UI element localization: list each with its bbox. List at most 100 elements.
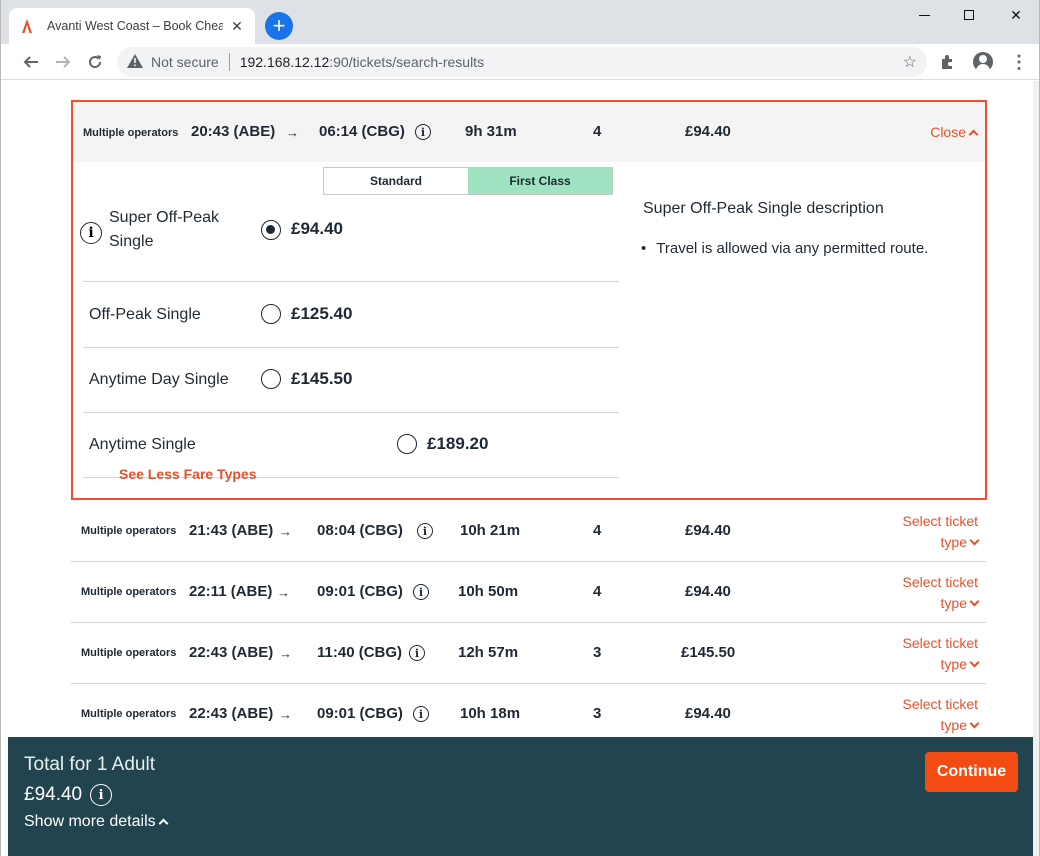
url-path: :90/tickets/search-results [329,54,485,70]
journey-row[interactable]: Multiple operators 22:11 (ABE) → 09:01 (… [71,562,986,623]
show-more-details-link[interactable]: Show more details [24,813,169,831]
close-label: Close [930,124,966,140]
total-price: £94.40 [24,784,83,805]
select-ticket-type-link[interactable]: Select ticket type [903,633,980,675]
select-ticket-type-link[interactable]: Select ticket type [903,511,980,553]
expanded-journey-card: Multiple operators 20:43 (ABE) → 06:14 (… [71,100,987,500]
expanded-journey-header[interactable]: Multiple operators 20:43 (ABE) → 06:14 (… [73,102,985,162]
duration: 10h 18m [460,705,521,722]
journey-price: £94.40 [685,583,731,600]
tab-standard[interactable]: Standard [324,168,468,194]
arrive-time: 08:04 (CBG) [317,522,403,539]
browser-window: Avanti West Coast – Book Cheap ✕ + ✕ Not… [0,0,1040,856]
changes-count: 4 [593,522,602,539]
fare-row-off-peak[interactable]: Off-Peak Single £125.40 [83,283,619,348]
browser-tab[interactable]: Avanti West Coast – Book Cheap ✕ [9,8,255,44]
minimize-button[interactable] [901,0,947,30]
info-icon[interactable]: i [415,124,431,140]
close-window-button[interactable]: ✕ [993,0,1039,30]
see-less-fare-types-link[interactable]: See Less Fare Types [119,466,256,482]
fare-radio-checked[interactable] [261,220,281,240]
journey-price: £94.40 [685,522,731,539]
total-price-row: £94.40 i [24,784,113,806]
forward-icon[interactable] [47,46,79,78]
info-icon[interactable]: i [413,584,429,600]
changes-count: 4 [593,123,602,140]
bookmark-star-icon[interactable]: ☆ [903,52,917,72]
journey-row[interactable]: Multiple operators 22:43 (ABE) → 11:40 (… [71,623,986,684]
maximize-button[interactable] [946,0,992,30]
fare-name: Anytime Single [89,436,196,453]
arrow-right-icon: → [279,524,292,539]
depart-time: 22:43 (ABE) [189,705,274,722]
chevron-up-icon [158,818,169,829]
operator-label: Multiple operators [81,647,177,659]
changes-count: 4 [593,583,602,600]
address-bar[interactable]: Not secure 192.168.12.12:90/tickets/sear… [117,47,927,77]
fare-info-icon[interactable]: i [80,222,102,244]
price-info-icon[interactable]: i [90,784,113,806]
duration: 10h 21m [460,522,521,539]
tab-first-class[interactable]: First Class [468,168,612,194]
fare-radio[interactable] [261,304,281,324]
journey-price: £94.40 [685,705,731,722]
operator-label: Multiple operators [83,127,179,139]
avanti-favicon-icon [19,18,35,34]
journey-row[interactable]: Multiple operators 22:43 (ABE) → 09:01 (… [71,684,986,745]
back-icon[interactable] [15,46,47,78]
new-tab-button[interactable]: + [265,12,293,40]
depart-time: 22:43 (ABE) [189,644,274,661]
select-ticket-type-link[interactable]: Select ticket type [903,572,980,614]
fare-name: Off-Peak Single [89,306,201,323]
close-link[interactable]: Close [930,124,979,140]
arrow-right-icon: → [277,585,290,600]
arrow-right-icon: → [286,125,299,140]
fare-radio[interactable] [261,369,281,389]
total-label: Total for 1 Adult [24,754,155,775]
duration: 10h 50m [458,583,519,600]
duration: 9h 31m [465,123,517,140]
info-icon[interactable]: i [417,523,433,539]
fare-row-anytime-day[interactable]: Anytime Day Single £145.50 [83,348,619,413]
address-divider [228,53,230,71]
fare-name: Super Off-Peak Single [109,209,219,250]
profile-avatar-icon[interactable] [969,48,997,76]
reload-icon[interactable] [79,46,111,78]
total-footer: Total for 1 Adult £94.40 i Show more deta… [8,737,1033,856]
select-ticket-type-link[interactable]: Select ticket type [903,694,980,736]
arrive-time: 11:40 (CBG) [317,644,403,661]
info-icon[interactable]: i [409,645,425,661]
fare-row-super-off-peak[interactable]: i Super Off-Peak Single £94.40 [80,200,619,282]
scrollbar[interactable] [1033,81,1039,856]
journey-row[interactable]: Multiple operators 21:43 (ABE) → 08:04 (… [71,501,986,562]
browser-toolbar: Not secure 192.168.12.12:90/tickets/sear… [1,44,1039,80]
depart-time: 21:43 (ABE) [189,522,274,539]
warning-icon[interactable] [127,53,143,71]
fare-name: Anytime Day Single [89,371,229,388]
arrow-right-icon: → [279,646,292,661]
extensions-puzzle-icon[interactable] [933,48,961,76]
journey-price: £145.50 [681,644,736,661]
depart-time: 22:11 (ABE) [189,583,273,600]
chevron-down-icon [969,535,980,546]
previous-row-divider [71,81,986,101]
depart-time: 20:43 (ABE) [191,123,276,140]
not-secure-label: Not secure [151,54,219,70]
url-host: 192.168.12.12 [239,54,330,70]
fare-price: £125.40 [291,304,353,323]
chevron-up-icon [968,129,979,140]
class-toggle: Standard First Class [323,167,613,195]
arrive-time: 09:01 (CBG) [317,705,403,722]
page-viewport: Multiple operators 20:43 (ABE) → 06:14 (… [1,81,1033,856]
tab-title: Avanti West Coast – Book Cheap [47,19,223,33]
fare-price: £94.40 [291,219,343,238]
fare-radio[interactable] [397,434,417,454]
close-tab-icon[interactable]: ✕ [229,18,245,34]
menu-kebab-icon[interactable]: ⋮ [1005,48,1033,76]
changes-count: 3 [593,705,602,722]
changes-count: 3 [593,644,602,661]
chevron-down-icon [969,596,980,607]
info-icon[interactable]: i [413,706,429,722]
continue-button[interactable]: Continue [925,752,1018,792]
journey-price: £94.40 [685,123,731,140]
